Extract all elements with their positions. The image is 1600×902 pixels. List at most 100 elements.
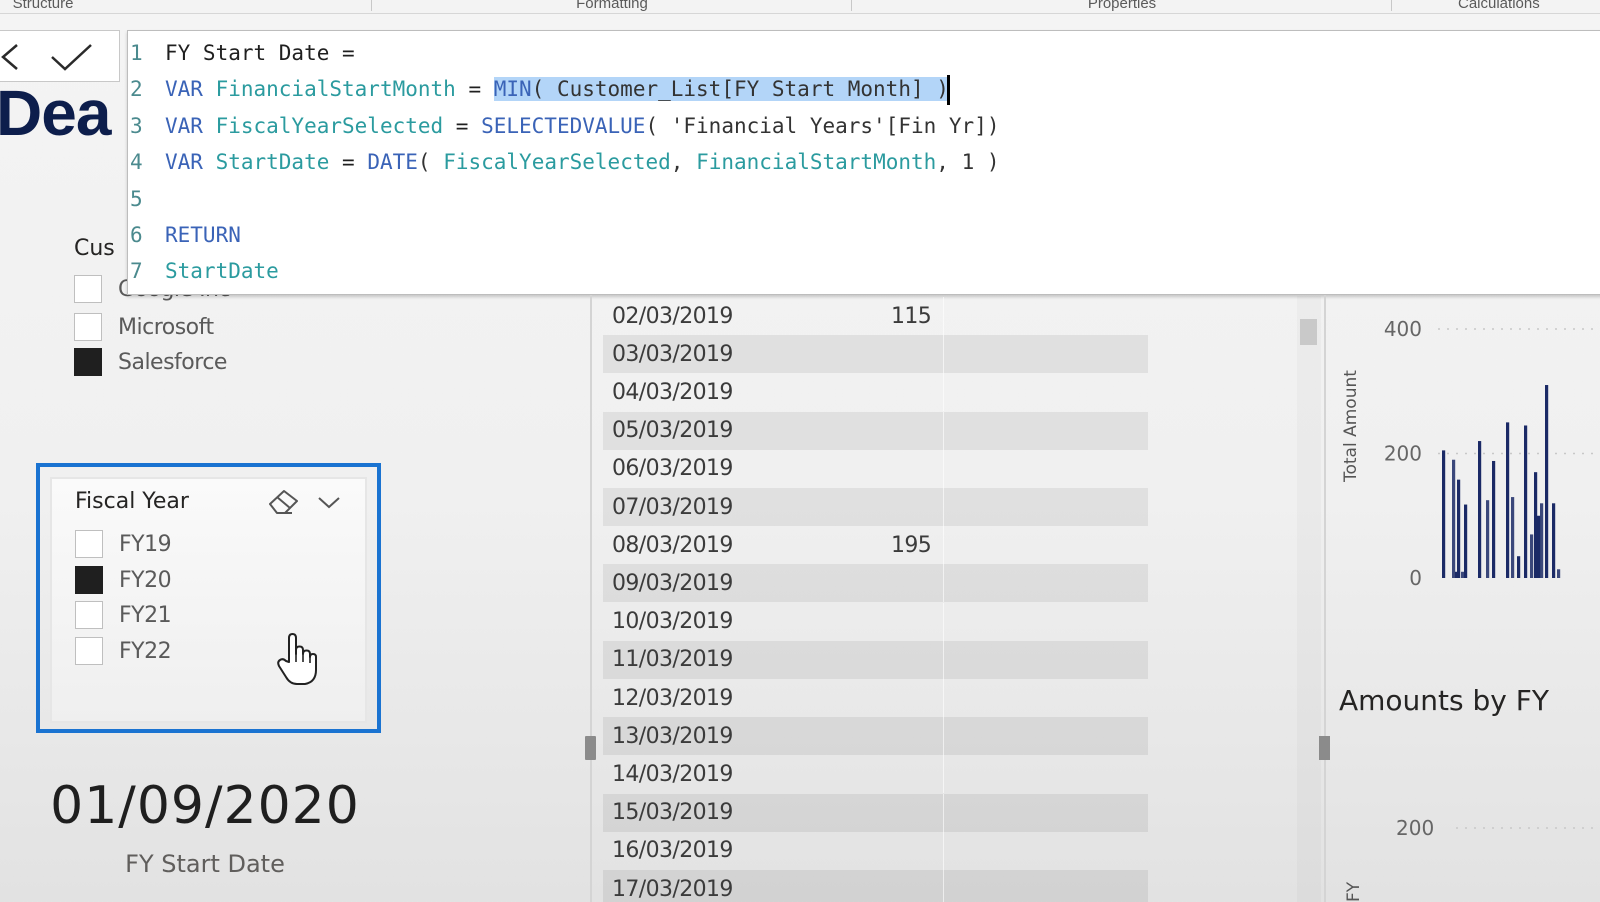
slicer-dropdown-button[interactable]: [316, 491, 342, 513]
code-token: DATE: [367, 150, 418, 175]
ribbon-group-calculations: Calculations: [1458, 0, 1540, 12]
code-line[interactable]: 3 VAR FiscalYearSelected = SELECTEDVALUE(…: [128, 108, 1600, 144]
table-resize-handle[interactable]: [585, 736, 596, 760]
bar[interactable]: [1545, 385, 1549, 578]
table-row[interactable]: 03/03/2019: [603, 335, 1148, 374]
fy-start-date-card[interactable]: 01/09/2020 FY Start Date: [40, 776, 370, 902]
code-token: (: [417, 150, 444, 175]
bar[interactable]: [1461, 571, 1465, 578]
code-line[interactable]: 5: [128, 181, 1600, 217]
table-row[interactable]: 17/03/2019: [603, 870, 1148, 902]
checkbox[interactable]: [75, 637, 103, 665]
bar[interactable]: [1540, 503, 1544, 578]
date-cell: 13/03/2019: [612, 723, 733, 749]
code-token: ,: [670, 150, 697, 175]
y-axis-title: FY: [1344, 881, 1364, 902]
bar[interactable]: [1524, 425, 1528, 578]
bar[interactable]: [1455, 571, 1459, 578]
code-line[interactable]: 4 VAR StartDate = DATE( FiscalYearSelecte…: [128, 144, 1600, 180]
column-separator: [943, 602, 944, 641]
column-separator: [943, 793, 944, 832]
amounts-by-fy-chart[interactable]: FY 200: [1326, 790, 1600, 902]
bar[interactable]: [1492, 460, 1496, 578]
fiscal-year-slicer[interactable]: Fiscal Year FY19 FY20 FY21 FY22: [36, 463, 381, 733]
code-token: FinancialStartMonth: [696, 150, 937, 175]
fiscal-year-slicer-title: Fiscal Year: [75, 489, 189, 514]
total-amount-bar-chart[interactable]: Total Amount 0 200 400: [1326, 296, 1600, 596]
table-row[interactable]: 14/03/2019: [603, 755, 1148, 794]
table-row[interactable]: 10/03/2019: [603, 602, 1148, 641]
bar[interactable]: [1517, 556, 1521, 578]
date-cell: 05/03/2019: [612, 418, 733, 444]
code-token: FiscalYearSelected: [215, 113, 444, 138]
checkbox-checked[interactable]: [74, 348, 102, 376]
column-separator: [943, 449, 944, 488]
table-row[interactable]: 02/03/2019 115: [603, 297, 1148, 335]
table-scrollbar-thumb[interactable]: [1300, 319, 1317, 345]
table-scrollbar-track[interactable]: [1297, 296, 1321, 902]
clear-selections-button[interactable]: [266, 487, 302, 517]
bar[interactable]: [1464, 504, 1468, 578]
code-token: FY Start Date =: [165, 41, 355, 65]
slicer-item-salesforce[interactable]: Salesforce: [74, 347, 227, 377]
column-separator: [943, 526, 944, 565]
commit-formula-button[interactable]: [49, 39, 92, 75]
bar[interactable]: [1442, 450, 1446, 578]
code-line[interactable]: 2 VAR FinancialStartMonth = MIN( Customer…: [128, 71, 1600, 107]
customer-slicer-title: Cus: [74, 236, 115, 261]
date-cell: 06/03/2019: [612, 456, 733, 482]
table-row[interactable]: 15/03/2019: [603, 793, 1148, 832]
table-row[interactable]: 12/03/2019: [603, 679, 1148, 717]
line-number: 7: [130, 259, 143, 284]
code-token: =: [455, 77, 494, 102]
table-row[interactable]: 06/03/2019: [603, 449, 1148, 488]
bar[interactable]: [1511, 497, 1515, 578]
checkbox[interactable]: [75, 530, 103, 558]
eraser-icon: [269, 490, 298, 514]
dax-formula-editor[interactable]: 1 FY Start Date = 2 VAR FinancialStartMonth…: [127, 30, 1600, 295]
cancel-formula-button[interactable]: [0, 39, 37, 75]
code-line[interactable]: 7 StartDate: [128, 253, 1600, 289]
code-token: VAR: [165, 77, 216, 102]
column-separator: [943, 679, 944, 717]
checkbox[interactable]: [74, 313, 102, 341]
code-line[interactable]: 1 FY Start Date =: [128, 35, 1600, 71]
bar[interactable]: [1452, 459, 1456, 578]
bar[interactable]: [1457, 479, 1461, 578]
slicer-item-fy20[interactable]: FY20: [75, 565, 172, 595]
table-row[interactable]: 16/03/2019: [603, 831, 1148, 870]
checkbox[interactable]: [74, 275, 102, 303]
table-row[interactable]: 08/03/2019 195: [603, 526, 1148, 565]
slicer-item-fy22[interactable]: FY22: [75, 636, 172, 666]
amount-cell: 195: [891, 532, 932, 558]
table-row[interactable]: 09/03/2019: [603, 564, 1148, 603]
bar[interactable]: [1486, 500, 1490, 578]
date-cell: 03/03/2019: [612, 341, 733, 367]
code-line[interactable]: 6 RETURN: [128, 217, 1600, 253]
code-token: SELECTEDVALUE: [481, 113, 646, 138]
slicer-item-fy19[interactable]: FY19: [75, 529, 172, 559]
column-separator: [943, 755, 944, 794]
table-row[interactable]: 04/03/2019: [603, 373, 1148, 412]
bar[interactable]: [1478, 441, 1482, 578]
checkbox[interactable]: [75, 601, 103, 629]
column-separator: [943, 717, 944, 756]
table-row[interactable]: 05/03/2019: [603, 411, 1148, 450]
formula-bar-actions: [0, 30, 120, 82]
date-cell: 10/03/2019: [612, 609, 733, 635]
table-row[interactable]: 07/03/2019: [603, 488, 1148, 526]
bar[interactable]: [1530, 534, 1534, 578]
line-number: 1: [130, 41, 143, 65]
bar[interactable]: [1534, 472, 1538, 578]
bar[interactable]: [1537, 515, 1541, 578]
checkbox-checked[interactable]: [75, 566, 103, 594]
slicer-item-fy21[interactable]: FY21: [75, 600, 172, 630]
table-row[interactable]: 13/03/2019: [603, 717, 1148, 756]
slicer-item-microsoft[interactable]: Microsoft: [74, 312, 214, 342]
table-row[interactable]: 11/03/2019: [603, 640, 1148, 679]
chart-resize-handle[interactable]: [1319, 736, 1330, 760]
date-cell: 16/03/2019: [612, 838, 733, 864]
bar[interactable]: [1552, 503, 1556, 578]
bar[interactable]: [1557, 569, 1561, 578]
bar[interactable]: [1506, 422, 1510, 578]
